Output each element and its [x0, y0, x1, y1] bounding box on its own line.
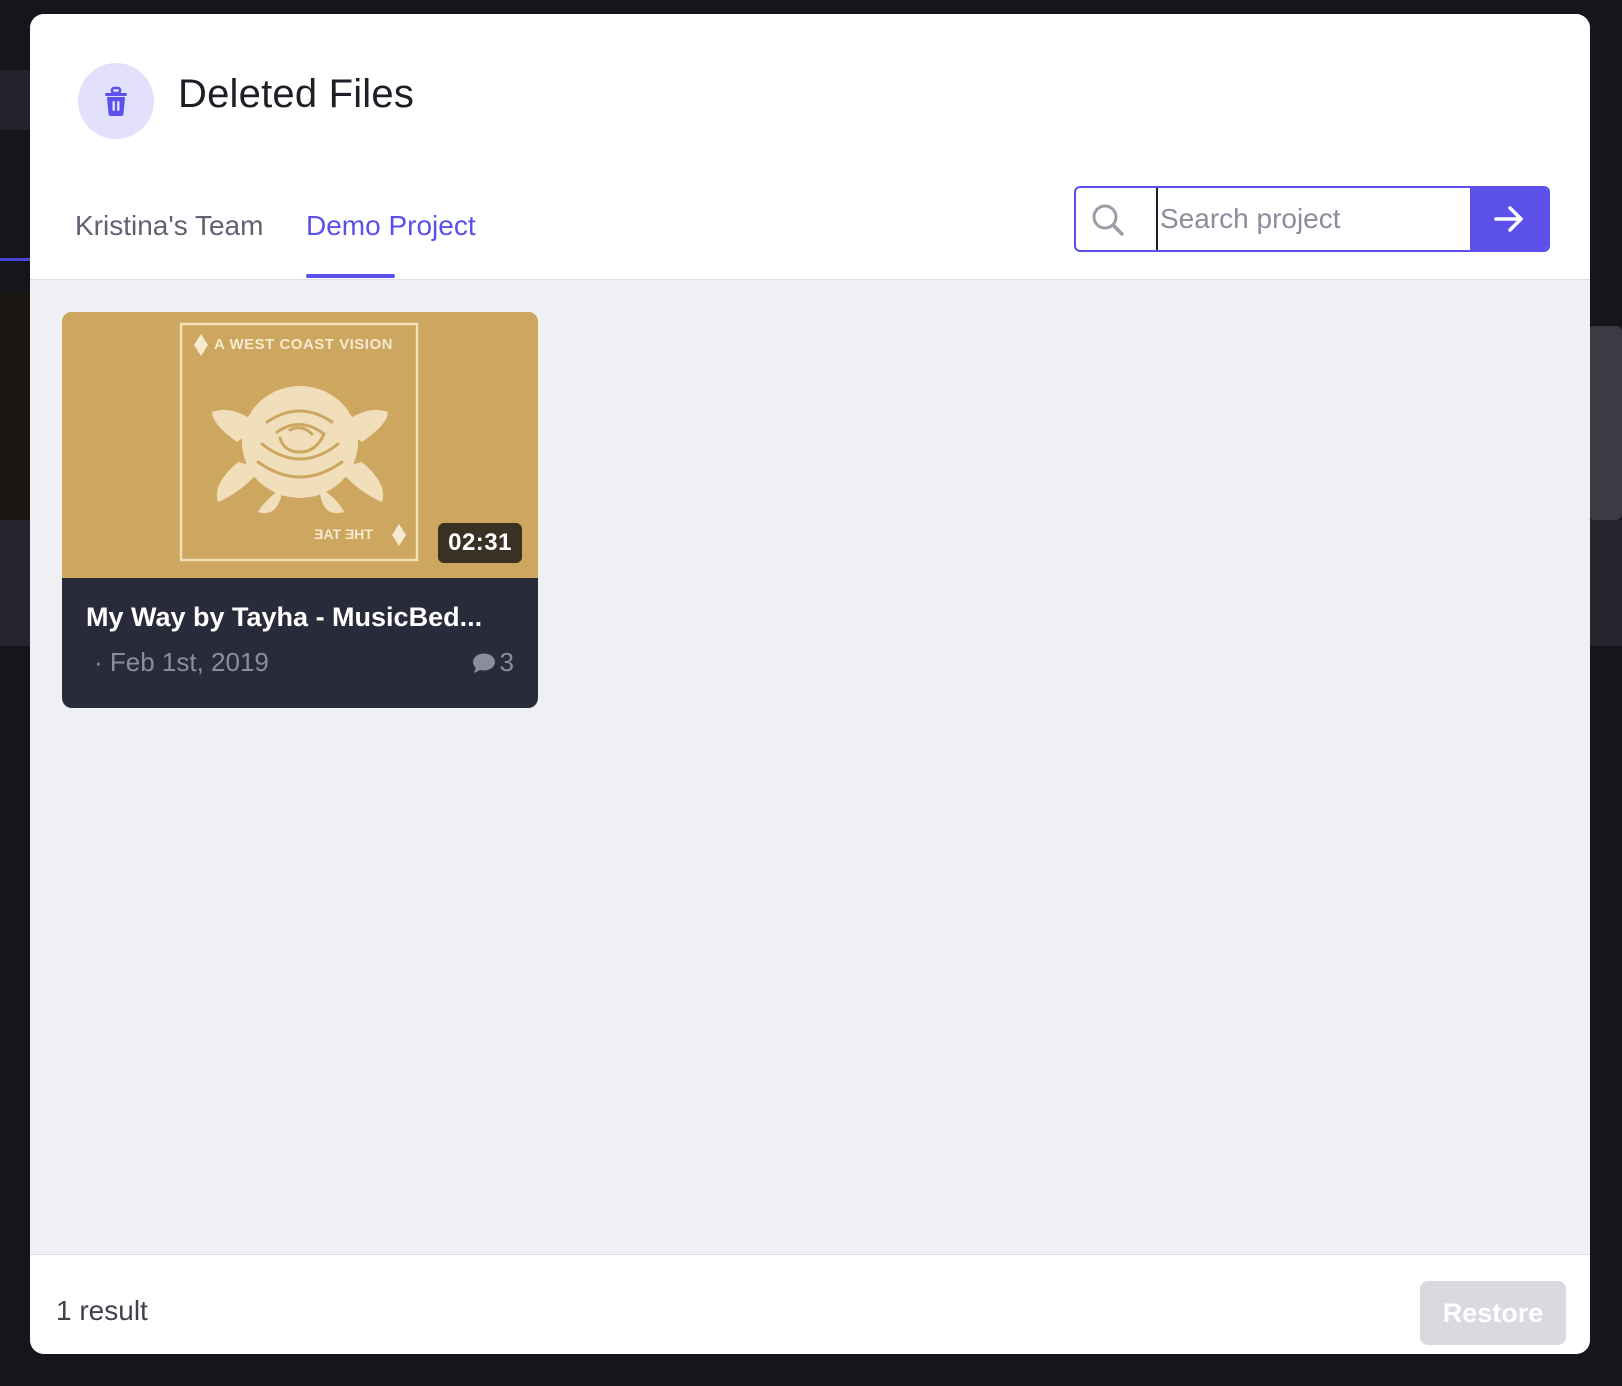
modal-footer: 1 result Restore — [30, 1255, 1590, 1354]
speech-bubble-icon — [472, 653, 495, 673]
trash-icon — [78, 63, 154, 139]
comment-count: 3 — [472, 647, 514, 678]
background-card-footer — [0, 520, 30, 646]
file-title: My Way by Tayha - MusicBed... — [86, 602, 483, 632]
search-icon — [1090, 202, 1126, 238]
search-bar — [1074, 186, 1550, 252]
background-right-panel — [1588, 326, 1622, 520]
deleted-files-modal: Deleted Files Kristina's Team Demo Proje… — [30, 14, 1590, 1354]
tab-kristinas-team[interactable]: Kristina's Team — [75, 210, 263, 242]
result-count: 1 result — [56, 1295, 148, 1326]
modal-header: Deleted Files Kristina's Team Demo Proje… — [30, 14, 1590, 279]
file-date: · Feb 1st, 2019 — [94, 647, 269, 677]
arrow-right-icon — [1494, 206, 1523, 232]
background-tab-underline — [0, 258, 30, 261]
album-art-bottom-text: THE TAE — [314, 526, 373, 542]
active-tab-indicator — [306, 274, 395, 278]
background-right-footer — [1588, 520, 1622, 646]
background-thumbnail — [0, 292, 30, 520]
file-card[interactable]: A WEST COAST VISION THE TAE 02:31 My Way… — [62, 312, 538, 708]
comment-count-value: 3 — [499, 647, 514, 677]
search-input[interactable] — [1156, 188, 1462, 250]
page-title: Deleted Files — [178, 72, 415, 116]
search-submit-button[interactable] — [1470, 188, 1548, 250]
album-art-top-text: A WEST COAST VISION — [214, 336, 393, 353]
restore-button[interactable]: Restore — [1420, 1281, 1566, 1345]
tab-demo-project[interactable]: Demo Project — [306, 210, 476, 242]
file-thumbnail: A WEST COAST VISION THE TAE 02:31 — [62, 312, 538, 578]
duration-badge: 02:31 — [438, 523, 522, 563]
